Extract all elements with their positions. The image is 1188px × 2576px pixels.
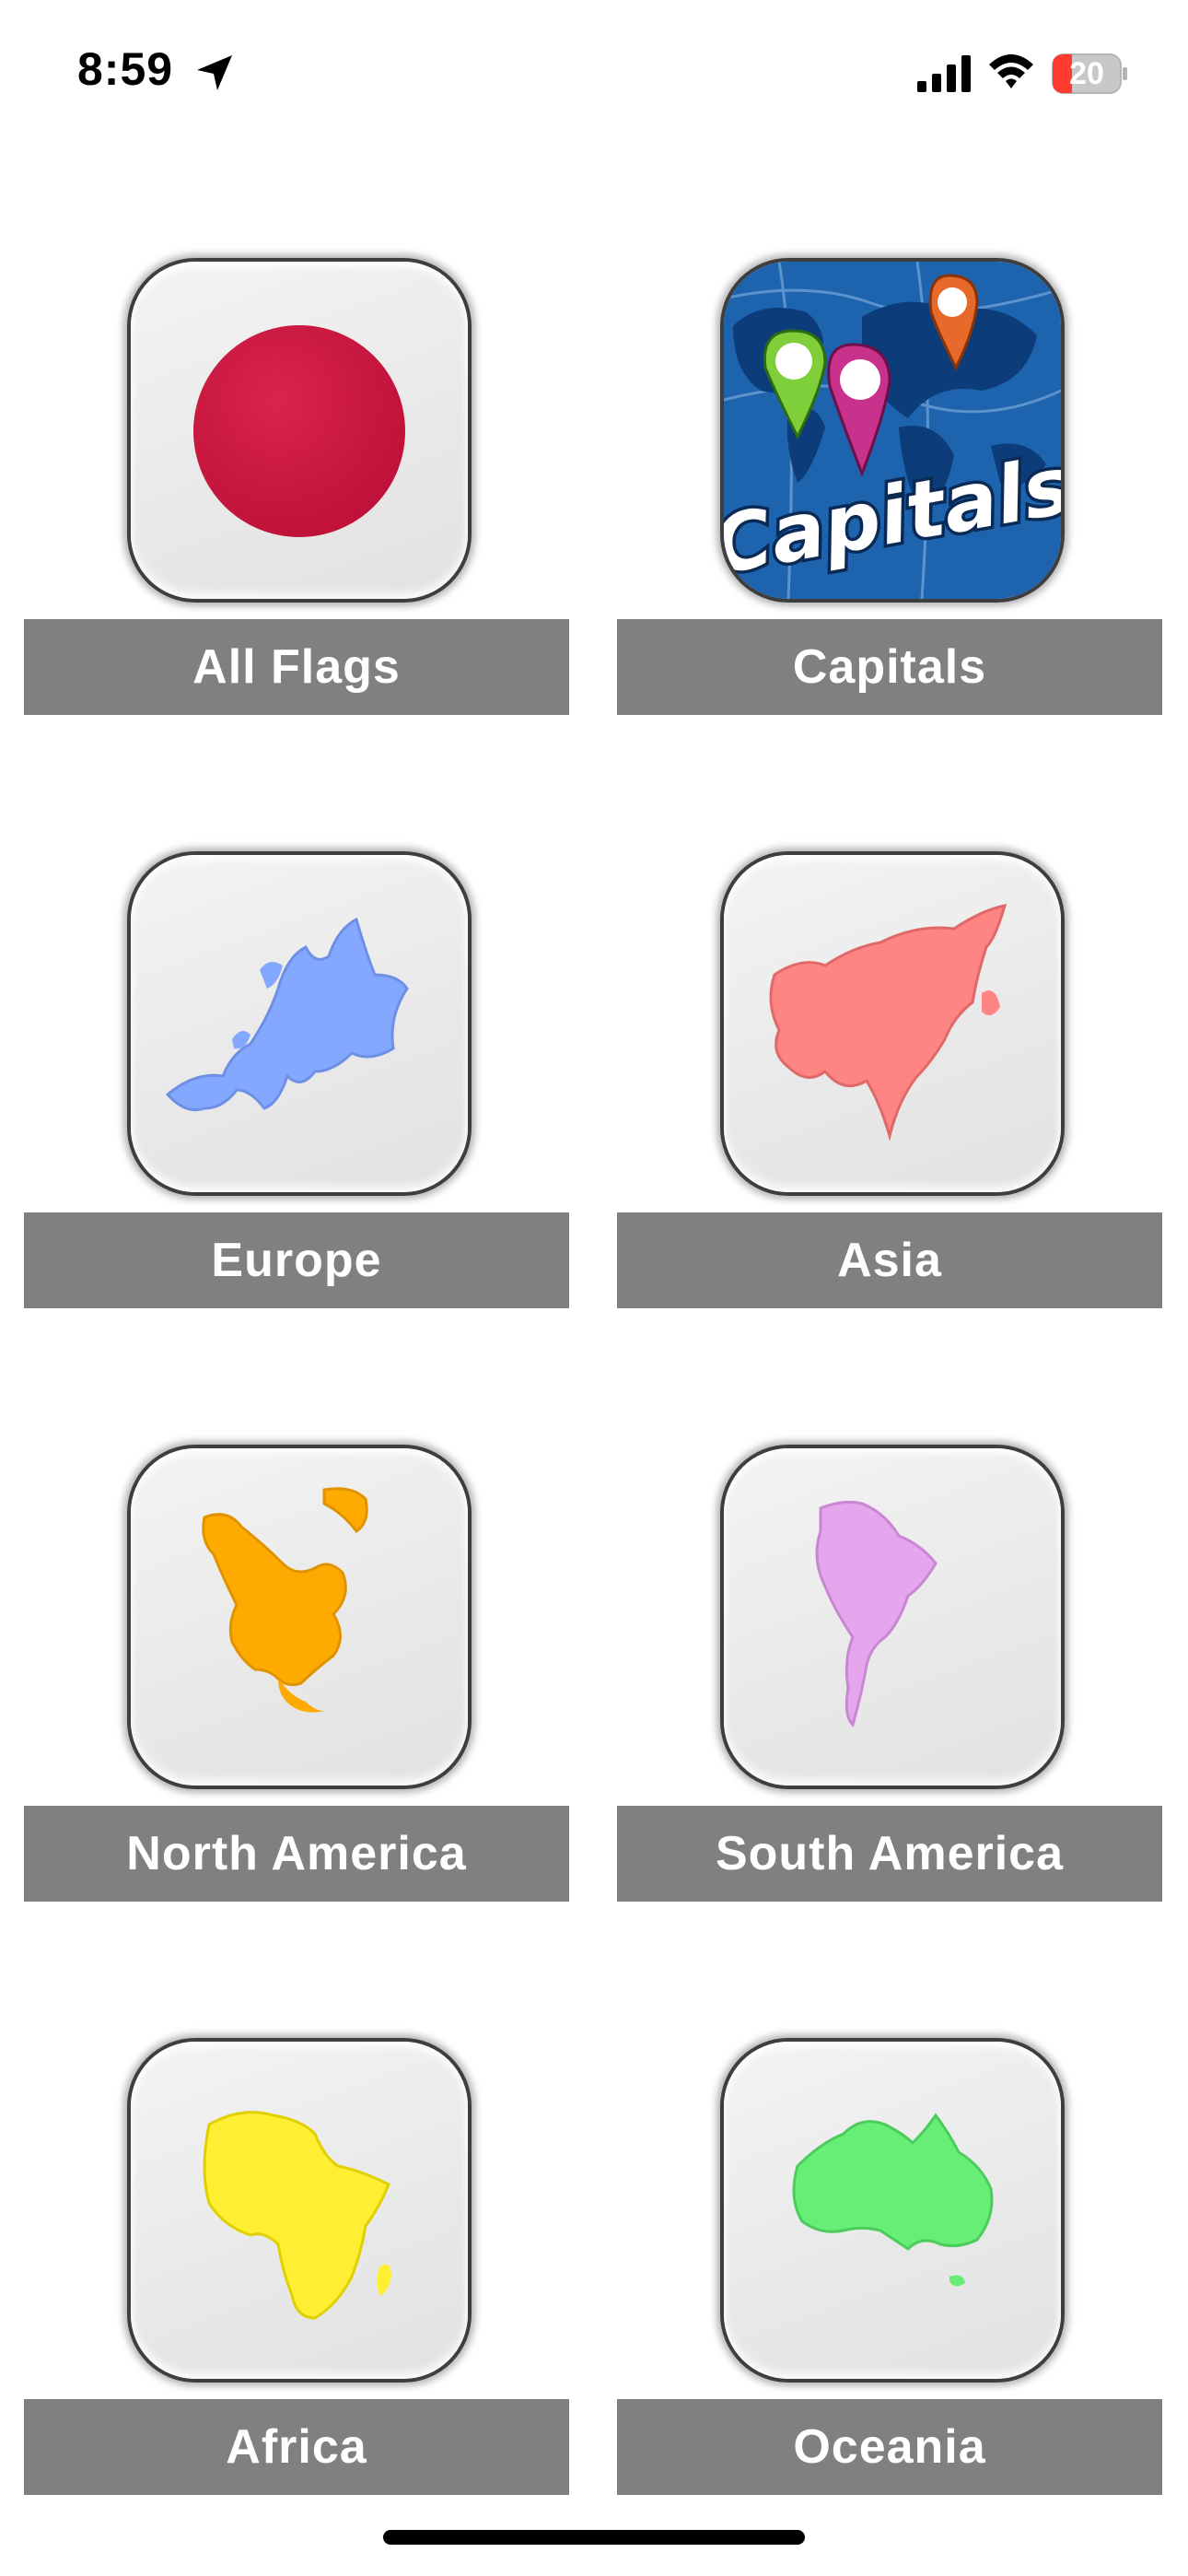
category-tile-africa[interactable]: Africa (24, 2042, 569, 2495)
category-label[interactable]: Africa (24, 2399, 569, 2495)
japan-flag-icon (193, 325, 405, 537)
africa-map-icon (203, 2111, 391, 2320)
category-icon-button[interactable]: Capitals (724, 262, 1061, 599)
battery-level: 20 (1069, 56, 1104, 91)
category-label[interactable]: Europe (24, 1212, 569, 1308)
category-tile-all-flags[interactable]: All Flags (24, 262, 569, 715)
category-icon-button[interactable] (724, 2042, 1061, 2379)
category-icon-button[interactable] (131, 262, 468, 599)
category-tile-europe[interactable]: Europe (24, 855, 569, 1308)
oceania-map-icon (792, 2113, 994, 2287)
capitals-map-icon: Capitals (724, 262, 1061, 599)
category-label[interactable]: Asia (617, 1212, 1162, 1308)
category-label[interactable]: Capitals (617, 619, 1162, 715)
category-icon-button[interactable] (131, 1448, 468, 1786)
status-bar: 8:59 20 (0, 0, 1188, 147)
category-tile-capitals[interactable]: Capitals Capitals (617, 262, 1162, 715)
category-label[interactable]: Oceania (617, 2399, 1162, 2495)
category-tile-asia[interactable]: Asia (617, 855, 1162, 1308)
status-time: 8:59 (77, 43, 174, 95)
category-label[interactable]: All Flags (24, 619, 569, 715)
category-tile-oceania[interactable]: Oceania (617, 2042, 1162, 2495)
south-america-map-icon (815, 1500, 938, 1727)
category-icon-button[interactable] (131, 855, 468, 1192)
wifi-icon (989, 54, 1033, 88)
category-icon-button[interactable] (724, 1448, 1061, 1786)
category-icon-button[interactable] (724, 855, 1061, 1192)
category-tile-south-america[interactable]: South America (617, 1448, 1162, 1902)
category-label[interactable]: North America (24, 1806, 569, 1902)
europe-map-icon (165, 917, 409, 1112)
cellular-signal-icon (917, 55, 971, 92)
location-arrow-icon (197, 55, 232, 90)
asia-map-icon (769, 904, 1007, 1142)
north-america-map-icon (202, 1487, 368, 1713)
category-tile-north-america[interactable]: North America (24, 1448, 569, 1902)
category-icon-button[interactable] (131, 2042, 468, 2379)
home-indicator[interactable] (383, 2530, 805, 2545)
category-label[interactable]: South America (617, 1806, 1162, 1902)
